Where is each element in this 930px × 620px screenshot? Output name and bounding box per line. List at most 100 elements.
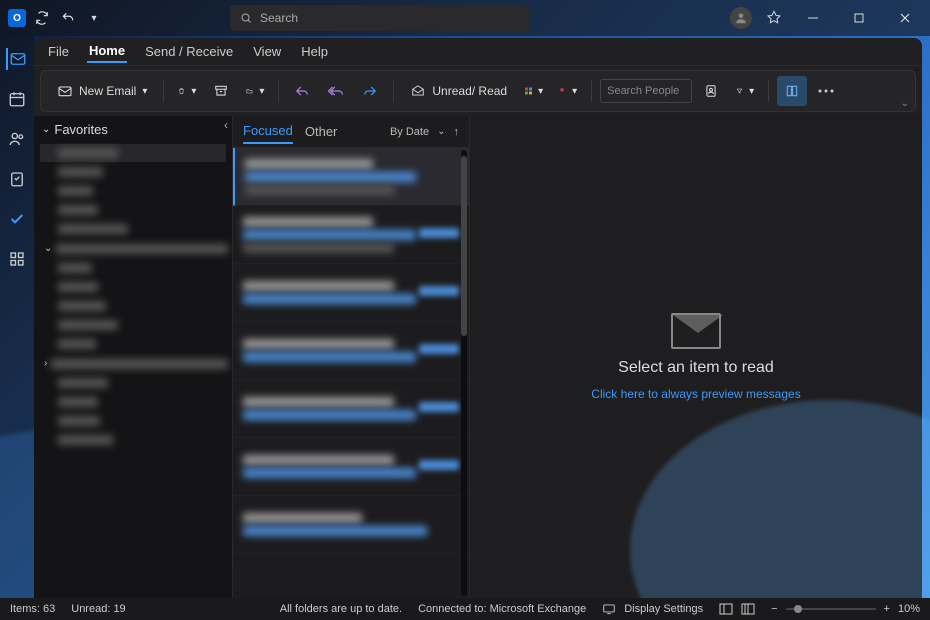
rail-people-icon[interactable] (6, 128, 28, 150)
premium-icon[interactable] (764, 8, 784, 28)
ribbon-expand-icon[interactable]: ⌄ (901, 98, 909, 109)
rail-mail-icon[interactable] (6, 48, 28, 70)
account-header[interactable]: › (34, 354, 232, 373)
archive-button[interactable] (206, 76, 236, 106)
archive-icon (214, 84, 228, 98)
folder-item[interactable] (40, 278, 226, 296)
message-item[interactable] (233, 322, 469, 380)
qat-dropdown-icon[interactable]: ▾ (84, 8, 104, 28)
rail-tasks-icon[interactable] (6, 168, 28, 190)
message-list[interactable] (233, 148, 469, 598)
folder-item[interactable] (40, 316, 226, 334)
tab-focused[interactable]: Focused (243, 119, 293, 144)
ellipsis-icon (818, 89, 834, 93)
tab-home[interactable]: Home (87, 40, 127, 63)
folder-item[interactable] (40, 393, 226, 411)
message-item[interactable] (233, 496, 469, 554)
zoom-in-icon[interactable]: + (884, 603, 890, 615)
status-items-count: Items: 63 (10, 603, 55, 615)
chevron-down-icon: ▾ (259, 86, 264, 97)
close-button[interactable] (888, 0, 922, 36)
folder-item[interactable] (40, 163, 226, 181)
rail-todo-icon[interactable] (6, 208, 28, 230)
forward-button[interactable] (355, 76, 385, 106)
undo-icon[interactable] (58, 8, 78, 28)
reply-all-icon (327, 84, 345, 98)
folder-item[interactable] (40, 335, 226, 353)
folder-item[interactable] (40, 297, 226, 315)
tab-other[interactable]: Other (305, 120, 338, 143)
zoom-control[interactable]: − + 10% (771, 603, 920, 615)
reply-button[interactable] (287, 76, 317, 106)
folder-item[interactable] (40, 374, 226, 392)
zoom-out-icon[interactable]: − (771, 603, 777, 615)
separator (768, 80, 769, 102)
sync-icon[interactable] (32, 8, 52, 28)
separator (278, 80, 279, 102)
maximize-button[interactable] (842, 0, 876, 36)
message-item[interactable] (233, 438, 469, 496)
flag-button[interactable]: ▾ (553, 76, 583, 106)
new-email-button[interactable]: New Email ▾ (49, 76, 155, 106)
tab-send-receive[interactable]: Send / Receive (143, 41, 235, 62)
categorize-button[interactable]: ▾ (519, 76, 549, 106)
folder-item[interactable] (40, 259, 226, 277)
search-icon (240, 12, 252, 24)
immersive-reader-button[interactable] (777, 76, 807, 106)
sort-direction-icon[interactable]: ↑ (454, 126, 460, 138)
trash-icon (178, 84, 185, 98)
tab-help[interactable]: Help (299, 41, 330, 62)
minimize-button[interactable] (796, 0, 830, 36)
more-options-button[interactable] (811, 76, 841, 106)
search-input[interactable]: Search (230, 5, 530, 31)
envelope-icon (57, 83, 73, 99)
sort-label: By Date (390, 126, 429, 138)
sort-control[interactable]: By Date ⌄ ↑ (390, 126, 459, 138)
search-people-input[interactable]: Search People (600, 79, 692, 103)
tab-file[interactable]: File (46, 41, 71, 62)
account-header[interactable]: ⌄ (34, 239, 232, 258)
folder-item[interactable] (40, 412, 226, 430)
message-item[interactable] (233, 206, 469, 264)
chevron-down-icon: ▾ (142, 86, 147, 97)
separator (163, 80, 164, 102)
collapse-pane-icon[interactable]: ‹ (224, 118, 228, 132)
view-normal-button[interactable] (719, 603, 733, 615)
address-book-button[interactable] (696, 76, 726, 106)
filter-button[interactable]: ▾ (730, 76, 760, 106)
folder-pane: ‹ ⌄ Favorites ⌄ › (34, 116, 232, 598)
move-button[interactable]: ▾ (240, 76, 270, 106)
scroll-thumb[interactable] (461, 156, 467, 336)
folder-item[interactable] (40, 201, 226, 219)
chevron-down-icon: ▾ (191, 86, 196, 97)
message-item[interactable] (233, 264, 469, 322)
account-avatar-icon[interactable] (730, 7, 752, 29)
rail-calendar-icon[interactable] (6, 88, 28, 110)
folder-item[interactable] (40, 182, 226, 200)
statusbar: Items: 63 Unread: 19 All folders are up … (0, 598, 930, 620)
unread-read-button[interactable]: Unread/ Read (402, 76, 515, 106)
delete-button[interactable]: ▾ (172, 76, 202, 106)
app-logo-icon: O (8, 9, 26, 27)
tab-view[interactable]: View (251, 41, 283, 62)
status-connection: Connected to: Microsoft Exchange (418, 603, 586, 615)
display-settings-label: Display Settings (624, 603, 703, 615)
search-people-placeholder: Search People (607, 85, 679, 97)
always-preview-link[interactable]: Click here to always preview messages (591, 387, 800, 401)
favorites-section[interactable]: ⌄ Favorites (34, 116, 232, 143)
view-reading-button[interactable] (741, 603, 755, 615)
reply-all-button[interactable] (321, 76, 351, 106)
message-item[interactable] (233, 148, 469, 206)
folder-item[interactable] (40, 431, 226, 449)
zoom-slider[interactable] (786, 608, 876, 610)
folder-item[interactable] (40, 220, 226, 238)
message-list-pane: Focused Other By Date ⌄ ↑ (232, 116, 470, 598)
folder-list: ⌄ › (34, 143, 232, 598)
book-icon (785, 84, 799, 98)
reply-icon (294, 84, 310, 98)
message-item[interactable] (233, 380, 469, 438)
unread-read-label: Unread/ Read (432, 84, 507, 98)
folder-item[interactable] (40, 144, 226, 162)
display-settings-button[interactable]: Display Settings (602, 603, 703, 615)
rail-more-icon[interactable] (6, 248, 28, 270)
